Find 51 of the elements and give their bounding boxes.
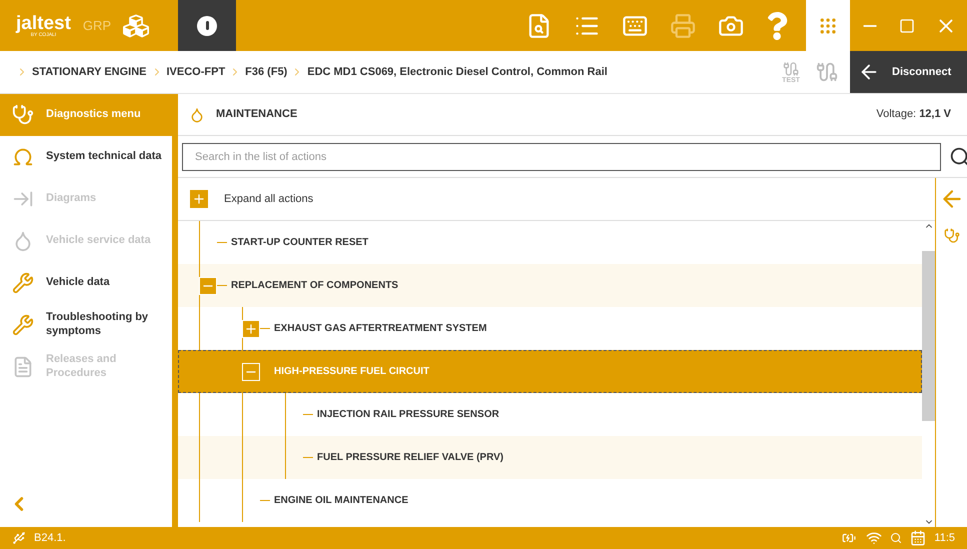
version-label: B24.1. (34, 530, 67, 546)
wrench-icon (12, 314, 34, 336)
alert-button[interactable] (178, 0, 236, 51)
omega-icon (12, 146, 34, 168)
tree-row[interactable]: FUEL PRESSURE RELIEF VALVE (PRV) (178, 436, 922, 479)
grid-icon (818, 16, 838, 36)
product-label: GRP (82, 16, 112, 35)
tree-item-label: FUEL PRESSURE RELIEF VALVE (PRV) (316, 451, 504, 465)
breadcrumb-item[interactable]: STATIONARY ENGINE (32, 64, 146, 80)
expand-all-label: Expand all actions (224, 192, 314, 207)
battery-icon (840, 531, 858, 545)
help-icon[interactable] (766, 12, 788, 40)
maximize-icon[interactable] (899, 18, 916, 34)
wifi-icon (866, 530, 882, 546)
plus-icon (190, 190, 208, 208)
document-icon (12, 356, 34, 378)
breadcrumb-item[interactable]: IVECO-FPT (166, 64, 226, 80)
minus-icon[interactable] (242, 362, 260, 380)
tree-item-label: EXHAUST GAS AFTERTREATMENT SYSTEM (273, 322, 487, 336)
tree-item-label: REPLACEMENT OF COMPONENTS (230, 279, 398, 293)
stethoscope-icon (12, 104, 34, 126)
cubes-icon[interactable] (123, 12, 150, 38)
sidebar-item[interactable]: System technical data (0, 136, 172, 178)
app-logo: jaltest (16, 14, 71, 32)
calendar-icon (910, 530, 926, 546)
tree-row[interactable]: REPLACEMENT OF COMPONENTS (178, 264, 922, 307)
zoom-icon (890, 532, 902, 544)
minus-icon[interactable] (199, 276, 217, 294)
tree-item-label: START-UP COUNTER RESET (230, 236, 368, 250)
wrench-icon (12, 272, 34, 294)
breadcrumb-item[interactable]: EDC MD1 CS069, Electronic Diesel Control, Common Rail (307, 64, 608, 80)
disconnect-button[interactable]: Disconnect (850, 51, 967, 93)
sidebar-item[interactable]: Vehicle data (0, 262, 172, 304)
usb-icon (12, 531, 26, 545)
voltage-reading: Voltage: 12,1 V (876, 107, 952, 122)
tree-item-label: HIGH-PRESSURE FUEL CIRCUIT (273, 365, 430, 379)
connector-icon[interactable] (782, 60, 800, 76)
tree-item-label: INJECTION RAIL PRESSURE SENSOR (316, 408, 500, 422)
clock-time: 11:5 (934, 530, 955, 546)
breadcrumb-item[interactable]: F36 (F5) (245, 64, 288, 80)
search-field[interactable]: Search in the list of actions (182, 142, 941, 170)
printer-icon[interactable] (670, 12, 696, 38)
plus-icon[interactable] (242, 320, 260, 338)
section-title: MAINTENANCE (216, 107, 298, 122)
tree-item-label: ENGINE OIL MAINTENANCE (273, 494, 408, 508)
scrollbar-thumb[interactable] (922, 251, 935, 421)
stethoscope-icon[interactable] (944, 228, 960, 244)
connector-icon[interactable] (816, 61, 838, 83)
apps-button[interactable] (806, 0, 850, 51)
sidebar-item[interactable]: Troubleshooting by symptoms (0, 304, 172, 346)
search-icon[interactable] (949, 146, 967, 168)
